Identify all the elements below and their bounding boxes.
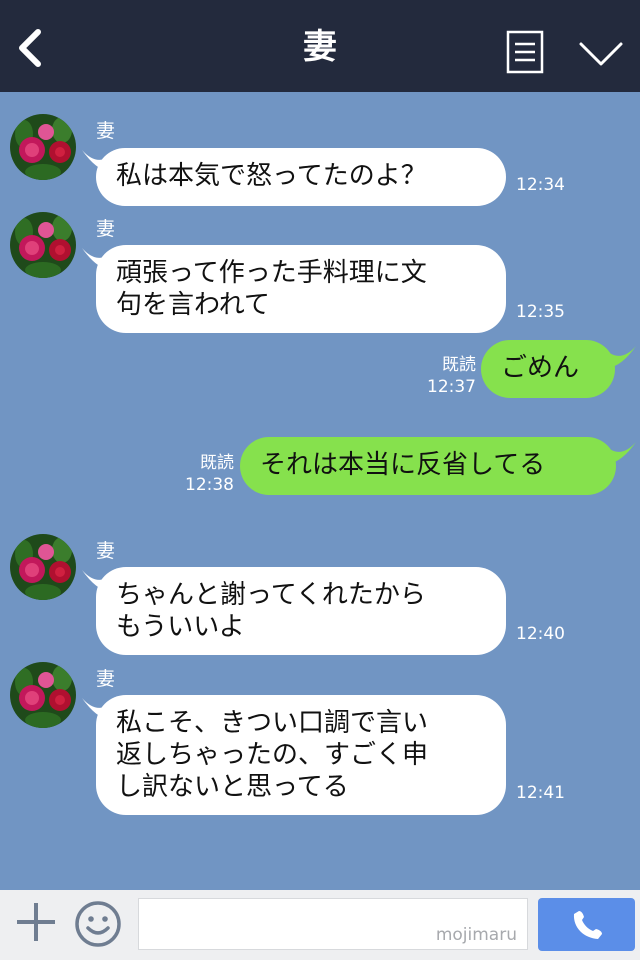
rose-icon	[10, 212, 76, 278]
sender-name: 妻	[96, 540, 116, 562]
message-line: それは本当に反省してる	[260, 450, 546, 480]
message-line: もういいよ	[116, 612, 245, 642]
message-time: 12:41	[516, 783, 565, 803]
message-bubble[interactable]: 私は本気で怒ってたのよ？	[96, 148, 506, 206]
call-button[interactable]	[538, 898, 635, 951]
message-bubble[interactable]: 私こそ、きつい口調で言い 返しちゃったの、すごく申 し訳ないと思ってる	[96, 695, 506, 815]
message-time: 12:37	[427, 377, 476, 397]
avatar[interactable]	[10, 662, 76, 728]
read-label: 既読	[442, 355, 476, 375]
message-time: 12:40	[516, 624, 565, 644]
phone-icon	[573, 911, 602, 939]
message-line: 私は本気で怒ってたのよ？	[116, 161, 427, 191]
sender-name: 妻	[96, 668, 116, 690]
message-input[interactable]: mojimaru	[138, 898, 528, 950]
message-line: 頑張って作った手料理に文	[116, 258, 427, 288]
chat-header: 妻	[0, 0, 640, 92]
bubble-tail	[608, 346, 636, 368]
message-bubble[interactable]: ちゃんと謝ってくれたから もういいよ	[96, 567, 506, 655]
read-label: 既読	[200, 453, 234, 473]
message-line: 句を言われて	[116, 290, 270, 320]
read-receipt: 既読 12:38	[178, 452, 234, 496]
message-line: 返しちゃったの、すごく申	[116, 740, 429, 770]
rose-icon	[10, 662, 76, 728]
avatar[interactable]	[10, 212, 76, 278]
rose-icon	[10, 114, 76, 180]
read-receipt: 既読 12:37	[420, 354, 476, 398]
message-time: 12:35	[516, 302, 565, 322]
message-line: ちゃんと謝ってくれたから	[116, 580, 426, 610]
message-line: 私こそ、きつい口調で言い	[116, 708, 429, 738]
sender-name: 妻	[96, 218, 116, 240]
watermark: mojimaru	[435, 925, 517, 945]
bubble-tail	[608, 442, 636, 464]
message-time: 12:38	[185, 475, 234, 495]
smile-icon[interactable]	[74, 900, 122, 948]
sender-name: 妻	[96, 120, 116, 142]
plus-icon[interactable]	[14, 900, 58, 944]
menu-icon[interactable]	[506, 30, 544, 74]
message-line: ごめん	[501, 353, 580, 383]
message-bubble[interactable]: それは本当に反省してる	[240, 437, 616, 495]
chat-title: 妻	[303, 27, 337, 67]
avatar[interactable]	[10, 114, 76, 180]
message-bubble[interactable]: ごめん	[481, 340, 615, 398]
message-bubble[interactable]: 頑張って作った手料理に文 句を言われて	[96, 245, 506, 333]
message-line: し訳ないと思ってる	[116, 772, 349, 802]
message-time: 12:34	[516, 175, 565, 195]
avatar[interactable]	[10, 534, 76, 600]
chevron-down-icon[interactable]	[578, 40, 624, 68]
rose-icon	[10, 534, 76, 600]
